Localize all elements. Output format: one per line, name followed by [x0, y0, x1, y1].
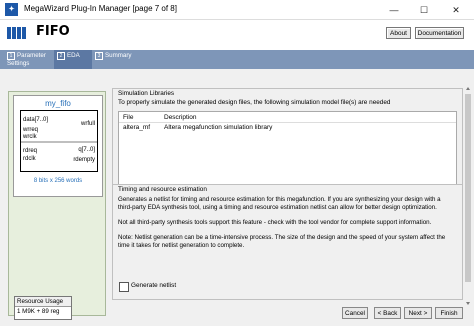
- maximize-button[interactable]: ☐: [411, 2, 437, 18]
- timing-description: Generates a netlist for timing and resou…: [118, 196, 456, 250]
- scrollbar-arrows-icon: [465, 87, 471, 305]
- row-description: Altera megafunction simulation library: [164, 124, 273, 131]
- window-title: MegaWizard Plug-In Manager [page 7 of 8]: [24, 4, 177, 13]
- about-button[interactable]: About: [386, 27, 411, 39]
- column-header-file: File: [123, 114, 134, 121]
- resource-usage: Resource Usage 1 M9K + 89 reg: [14, 296, 72, 320]
- timing-paragraph-3: Note: Netlist generation can be a time-i…: [118, 234, 446, 249]
- back-button[interactable]: < Back: [374, 307, 401, 319]
- generate-netlist-checkbox[interactable]: [119, 282, 129, 292]
- app-logo-icon: ✦: [5, 3, 18, 16]
- symbol-title: my_fifo: [45, 99, 71, 108]
- wizard-header: FIFO About Documentation 1 Parameter Sett…: [0, 20, 474, 69]
- table-header: File Description: [119, 112, 456, 123]
- simulation-description: To properly simulate the generated desig…: [118, 99, 391, 106]
- fifo-icon: [7, 27, 26, 39]
- row-file: altera_mf: [123, 124, 151, 131]
- simulation-libraries-group: Simulation Libraries To properly simulat…: [112, 88, 463, 198]
- simulation-libraries-title: Simulation Libraries: [118, 90, 175, 97]
- fifo-symbol: my_fifo data[7..0] wrreq wrclk rdreq rdc…: [13, 95, 103, 197]
- table-row[interactable]: altera_mf Altera megafunction simulation…: [119, 123, 456, 133]
- title-bar: ✦ MegaWizard Plug-In Manager [page 7 of …: [0, 0, 474, 20]
- timing-paragraph-2: Not all third-party synthesis tools supp…: [118, 219, 432, 226]
- next-button[interactable]: Next >: [404, 307, 432, 319]
- documentation-button[interactable]: Documentation: [415, 27, 464, 39]
- tab-summary[interactable]: 3 Summary: [92, 50, 142, 69]
- step-tabs: 1 Parameter Settings 2 EDA 3 Summary: [0, 50, 474, 69]
- column-header-description: Description: [164, 114, 197, 121]
- generate-netlist-label: Generate netlist: [131, 282, 177, 289]
- resource-usage-label: Resource Usage: [15, 297, 71, 307]
- cancel-button[interactable]: Cancel: [342, 307, 368, 319]
- tab-parameter-settings[interactable]: 1 Parameter Settings: [4, 50, 54, 69]
- close-button[interactable]: ✕: [443, 2, 469, 18]
- page-title: FIFO: [36, 24, 70, 39]
- main-panel: Simulation Libraries To properly simulat…: [112, 84, 463, 316]
- timing-paragraph-1: Generates a netlist for timing and resou…: [118, 196, 441, 211]
- tab-eda[interactable]: 2 EDA: [54, 50, 92, 69]
- finish-button[interactable]: Finish: [435, 307, 463, 319]
- symbol-size-label: 8 bits x 256 words: [33, 178, 83, 184]
- timing-estimation-group: Timing and resource estimation Generates…: [112, 184, 463, 300]
- simulation-library-table: File Description altera_mf Altera megafu…: [118, 111, 457, 193]
- symbol-panel: my_fifo data[7..0] wrreq wrclk rdreq rdc…: [8, 91, 106, 316]
- symbol-box: data[7..0] wrreq wrclk rdreq rdclk wrful…: [20, 110, 98, 172]
- symbol-lines: [21, 141, 97, 143]
- resource-usage-value: 1 M9K + 89 reg: [17, 308, 60, 315]
- minimize-button[interactable]: —: [381, 2, 407, 18]
- timing-estimation-title: Timing and resource estimation: [118, 186, 207, 193]
- vertical-scrollbar[interactable]: [463, 84, 473, 316]
